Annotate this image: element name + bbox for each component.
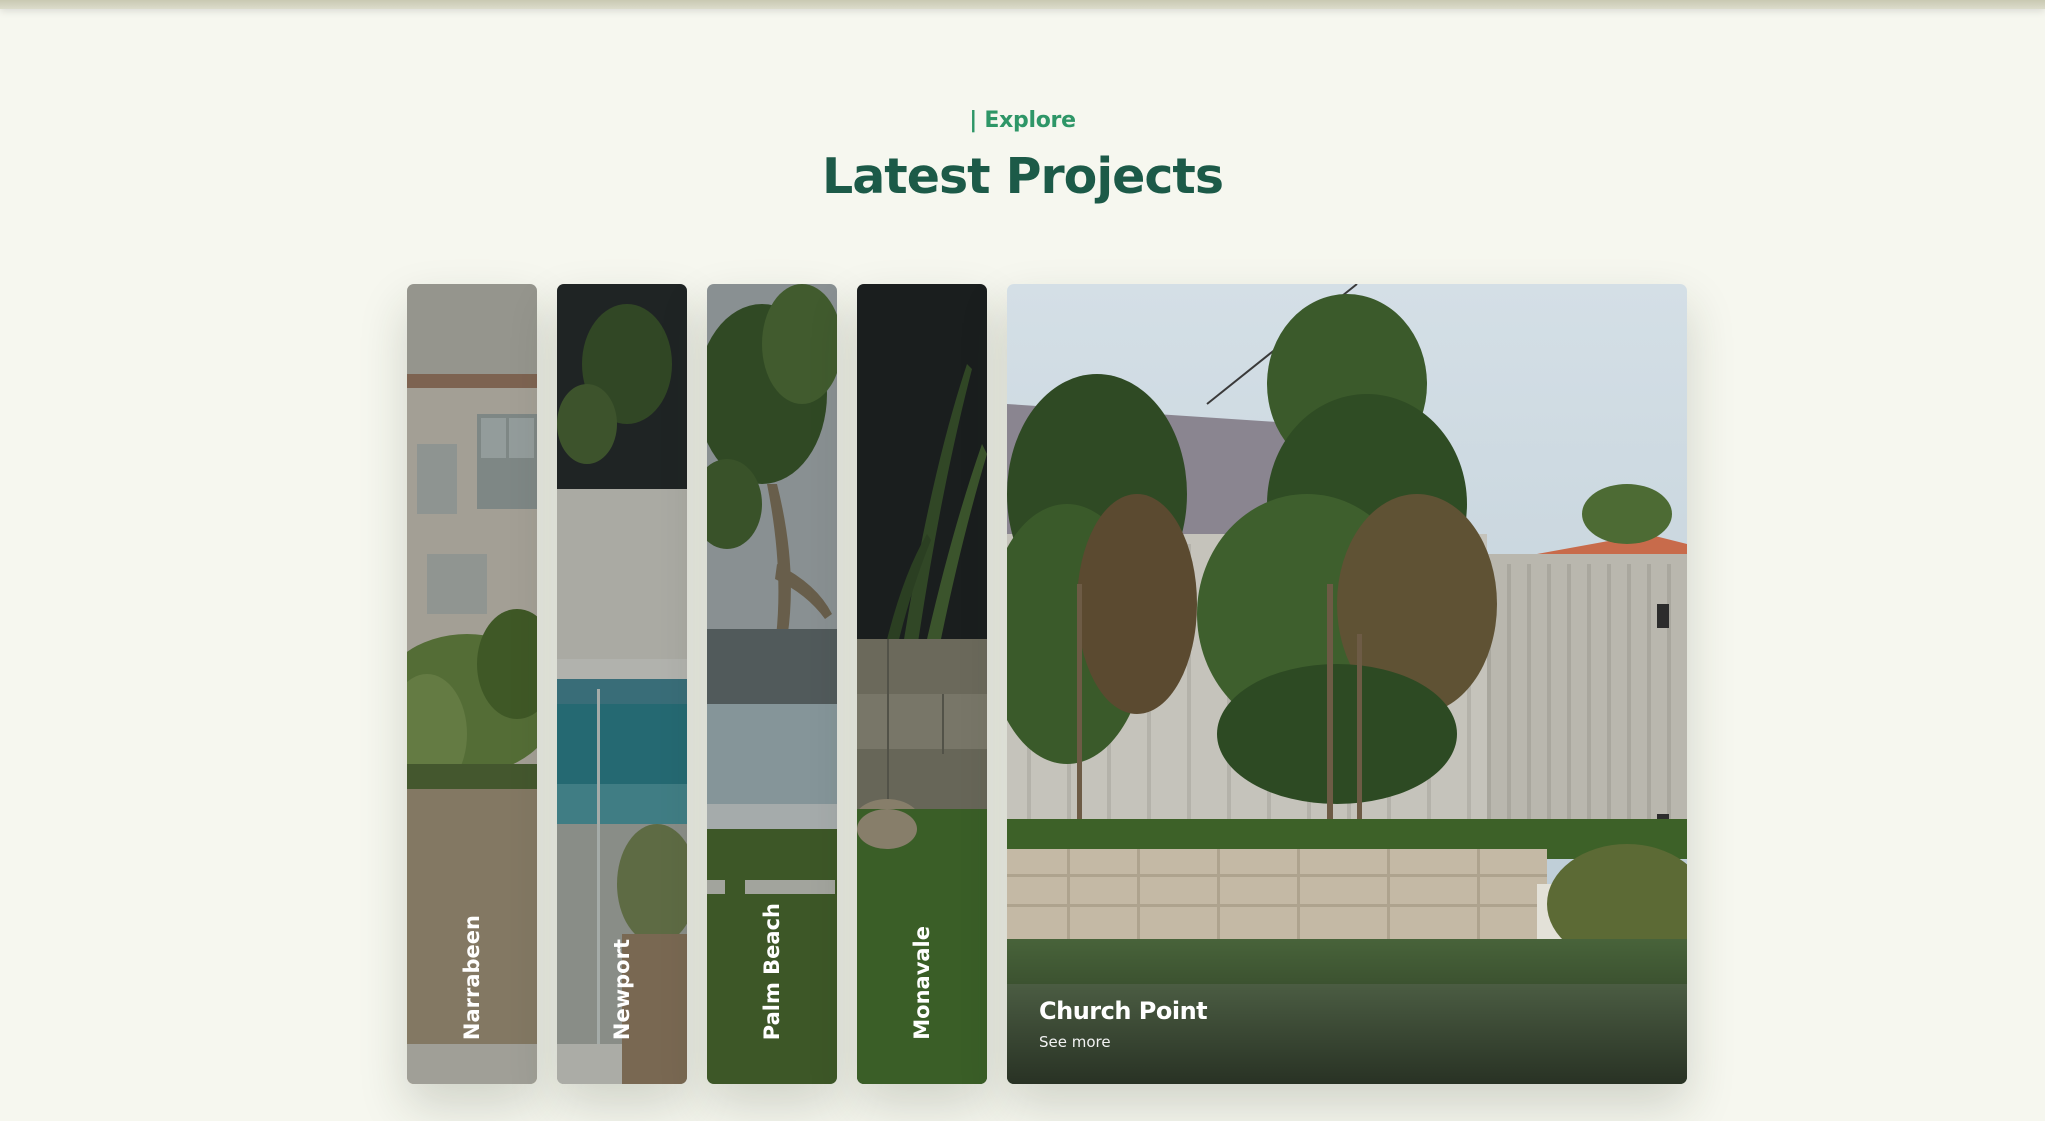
feature-caption: Church Point See more bbox=[1039, 997, 1208, 1051]
project-title: Church Point bbox=[1039, 997, 1208, 1025]
project-label: Newport bbox=[610, 938, 634, 1040]
project-card-palm-beach[interactable]: Palm Beach bbox=[707, 284, 837, 1084]
project-label: Monavale bbox=[910, 926, 934, 1040]
project-card-newport[interactable]: Newport bbox=[557, 284, 687, 1084]
section-eyebrow: | Explore bbox=[969, 108, 1076, 133]
project-label: Palm Beach bbox=[760, 902, 784, 1040]
project-card-church-point[interactable]: Church Point See more bbox=[1007, 284, 1687, 1084]
see-more-link[interactable]: See more bbox=[1039, 1033, 1207, 1051]
section-title: Latest Projects bbox=[822, 148, 1224, 205]
top-bar bbox=[0, 0, 2045, 9]
project-card-narrabeen[interactable]: Narrabeen bbox=[407, 284, 537, 1084]
project-label: Narrabeen bbox=[460, 914, 484, 1040]
projects-gallery: Narrabeen Newport Palm Beach Monavale Ch… bbox=[407, 284, 1687, 1084]
project-card-monavale[interactable]: Monavale bbox=[857, 284, 987, 1084]
